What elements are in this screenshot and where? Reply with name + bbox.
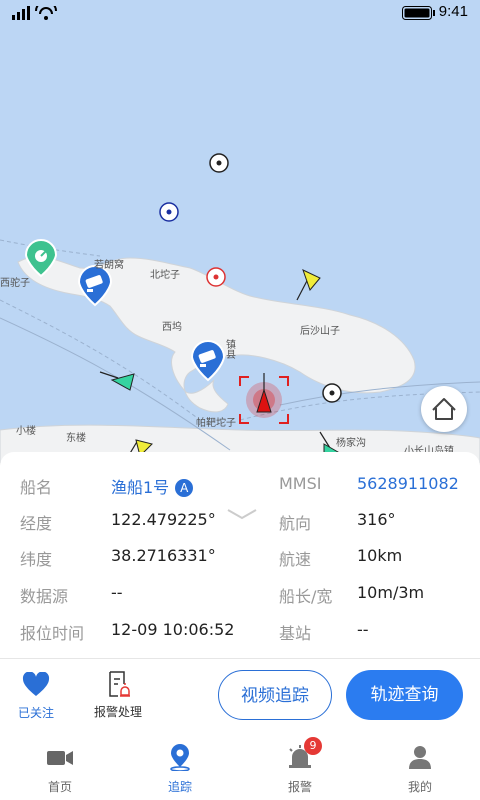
map-label: 后沙山子 — [300, 326, 340, 337]
name-label: 船名 — [20, 478, 53, 497]
location-pin-icon — [170, 744, 190, 772]
row-time-station: 报位时间 12-09 10:06:52 基站 -- — [0, 620, 480, 656]
map-label: 若朗窝 — [94, 260, 124, 271]
follow-button[interactable]: 已关注 — [10, 670, 62, 721]
tab-home[interactable]: 首页 — [20, 743, 100, 795]
vessel-name-text: 渔船1号 — [111, 478, 170, 497]
station-value: -- — [357, 620, 369, 639]
tab-track[interactable]: 追踪 — [140, 743, 220, 795]
lon-value: 122.479225° — [111, 510, 216, 529]
vessel-marker-black[interactable] — [322, 383, 342, 403]
vessel-marker-black[interactable] — [209, 153, 229, 173]
mmsi-label: MMSI — [279, 474, 322, 493]
size-label: 船长/宽 — [279, 587, 333, 606]
tab-alarm[interactable]: 9 报警 — [260, 737, 340, 795]
map-label: 小楼 — [16, 426, 36, 437]
lon-label: 经度 — [20, 514, 53, 533]
lat-label: 纬度 — [20, 550, 53, 569]
vessel-marker-blue[interactable] — [159, 202, 179, 222]
heading-label: 航向 — [279, 514, 312, 533]
row-lat-speed: 纬度 38.2716331° 航速 10km — [0, 546, 480, 582]
map-canvas — [0, 153, 480, 470]
source-label: 数据源 — [20, 587, 69, 606]
speed-value: 10km — [357, 546, 403, 565]
vessel-class-badge: A — [175, 479, 194, 497]
vessel-triangle-green[interactable] — [99, 371, 135, 391]
vessel-triangle-yellow[interactable] — [296, 269, 321, 301]
signal-wifi-icon — [12, 6, 57, 20]
status-time: 9:41 — [438, 3, 468, 20]
follow-label: 已关注 — [17, 706, 54, 720]
home-location-button[interactable] — [421, 386, 467, 432]
mmsi-value[interactable]: 5628911082 — [357, 474, 459, 493]
row-source-size: 数据源 -- 船长/宽 10m/3m — [0, 583, 480, 619]
speed-label: 航速 — [279, 550, 312, 569]
report-time-value: 12-09 10:06:52 — [111, 620, 235, 639]
vessel-name[interactable]: 渔船1号 A — [111, 474, 194, 498]
divider — [0, 658, 480, 659]
bottom-tab-bar: 首页 追踪 9 报警 我的 — [0, 735, 480, 800]
row-lon-heading: 经度 122.479225° 航向 316° — [0, 510, 480, 546]
map-label: 帕靶坨子 — [196, 418, 236, 429]
map-view[interactable]: 9:41 西驼子 若朗窝 北坨子 西坞 后沙山子 镇 县 帕靶坨子 小楼 东楼 … — [0, 0, 480, 470]
map-label: 杨家沟 — [336, 438, 366, 449]
row-name-mmsi: 船名 渔船1号 A MMSI 5628911082 — [0, 474, 480, 510]
map-label: 西驼子 — [0, 278, 30, 289]
selected-vessel-target[interactable] — [239, 373, 289, 424]
track-query-button[interactable]: 轨迹查询 — [346, 670, 463, 720]
video-camera-icon — [47, 751, 73, 765]
heading-value: 316° — [357, 510, 396, 529]
tab-profile[interactable]: 我的 — [380, 743, 460, 795]
home-icon — [432, 398, 456, 420]
source-value: -- — [111, 583, 123, 602]
battery-icon — [402, 6, 435, 20]
alarm-count-badge: 9 — [304, 737, 322, 755]
vessel-marker-red[interactable] — [206, 267, 226, 287]
tab-track-label: 追踪 — [167, 780, 192, 794]
station-label: 基站 — [279, 624, 312, 643]
map-label: 北坨子 — [150, 270, 180, 281]
map-label: 县 — [226, 350, 236, 361]
user-icon — [409, 746, 431, 769]
alarm-report-icon — [109, 671, 130, 697]
alarm-handle-button[interactable]: 报警处理 — [90, 670, 146, 720]
report-time-label: 报位时间 — [20, 624, 85, 643]
map-label: 东楼 — [66, 433, 86, 444]
video-track-button[interactable]: 视频追踪 — [218, 670, 332, 720]
alarm-handle-label: 报警处理 — [93, 705, 142, 719]
tab-profile-label: 我的 — [407, 780, 432, 794]
size-value: 10m/3m — [357, 583, 425, 602]
heart-icon — [22, 672, 50, 696]
map-label: 西坞 — [162, 322, 182, 333]
lat-value: 38.2716331° — [111, 546, 216, 565]
status-bar: 9:41 — [0, 0, 480, 26]
tab-alarm-label: 报警 — [287, 780, 312, 794]
camera-pin-icon[interactable] — [190, 340, 226, 382]
tab-home-label: 首页 — [47, 780, 72, 794]
